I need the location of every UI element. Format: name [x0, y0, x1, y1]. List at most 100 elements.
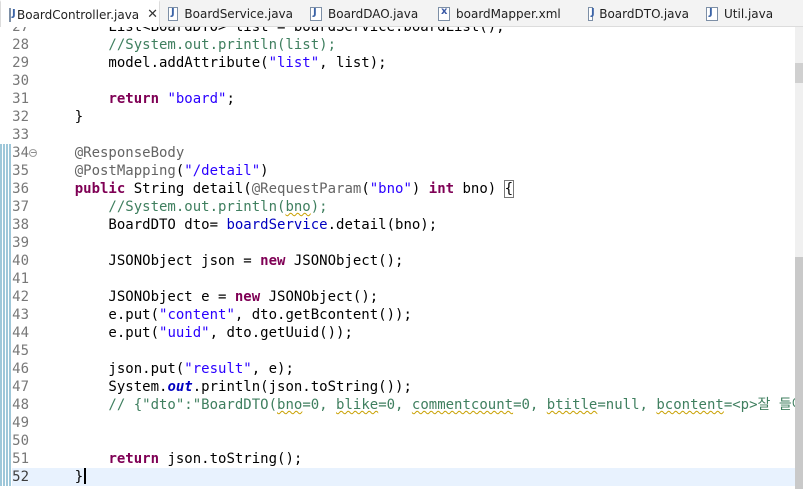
- code-token: bcontent: [656, 397, 724, 413]
- code-line[interactable]: 38 BoardDTO dto= boardService.detail(bno…: [0, 216, 803, 234]
- code-token: );: [310, 199, 328, 215]
- code-line[interactable]: 41: [0, 270, 803, 288]
- code-token: json.toString();: [159, 451, 303, 467]
- code-token: "result": [184, 361, 252, 377]
- code-token: commentcount: [411, 397, 514, 413]
- fold-toggle-icon[interactable]: −: [29, 149, 37, 157]
- code-token: boardService: [226, 217, 328, 233]
- code-token: =0,: [302, 397, 337, 413]
- code-token: .detail(bno);: [327, 217, 438, 233]
- code-token: //System.out.println(: [41, 199, 286, 215]
- code-token: "board": [167, 91, 227, 107]
- code-line[interactable]: 35 @PostMapping("/detail"): [0, 162, 803, 180]
- code-text: BoardDTO dto= boardService.detail(bno);: [41, 216, 437, 234]
- tab-boarddto-java[interactable]: BoardDTO.java: [580, 0, 698, 27]
- code-text: return json.toString();: [41, 450, 302, 468]
- code-token: @ResponseBody: [41, 145, 185, 161]
- code-token: (: [361, 181, 370, 197]
- code-line[interactable]: 33: [0, 126, 803, 144]
- code-token: "/detail": [184, 163, 261, 179]
- code-token: ): [260, 163, 269, 179]
- line-number: 52: [12, 469, 29, 485]
- tab-label: Util.java: [724, 6, 774, 21]
- tab-boardservice-java[interactable]: BoardService.java: [160, 0, 302, 27]
- code-token: , list);: [319, 55, 387, 71]
- tab-util-java[interactable]: Util.java: [698, 0, 784, 27]
- code-token: model.addAttribute(: [41, 55, 269, 71]
- code-text: System.out.println(json.toString());: [41, 378, 412, 396]
- code-token: int: [428, 181, 455, 197]
- code-token: , e);: [251, 361, 294, 377]
- code-token: //System.out.println(list);: [41, 37, 337, 53]
- code-line[interactable]: 50: [0, 432, 803, 450]
- code-line[interactable]: 51 return json.toString();: [0, 450, 803, 468]
- code-line[interactable]: 40 JSONObject json = new JSONObject();: [0, 252, 803, 270]
- tab-label: BoardService.java: [184, 6, 293, 21]
- code-token: @PostMapping: [41, 163, 176, 179]
- java-file-icon: [588, 6, 595, 21]
- code-line[interactable]: 34− @ResponseBody: [0, 144, 803, 162]
- line-number: 30: [12, 73, 29, 89]
- line-number: 45: [12, 343, 29, 359]
- line-number: 50: [12, 433, 29, 449]
- line-number: 46: [12, 361, 29, 377]
- code-token: .println(json.toString());: [192, 379, 412, 395]
- code-line[interactable]: 48 // {"dto":"BoardDTO(bno=0, blike=0, c…: [0, 396, 803, 414]
- code-token: e.put(: [41, 325, 160, 341]
- code-line[interactable]: 39: [0, 234, 803, 252]
- code-text: }: [41, 108, 83, 126]
- code-line[interactable]: 52 }: [0, 468, 803, 486]
- code-token: bno): [454, 181, 505, 197]
- code-editor[interactable]: 27 List<BoardDTO> list = boardService.bo…: [0, 27, 803, 489]
- code-token: "bno": [369, 181, 412, 197]
- code-text: List<BoardDTO> list = boardService.board…: [41, 27, 504, 36]
- java-file-icon: [168, 6, 179, 21]
- code-line[interactable]: 32 }: [0, 108, 803, 126]
- code-line[interactable]: 49: [0, 414, 803, 432]
- code-line[interactable]: 27 List<BoardDTO> list = boardService.bo…: [0, 27, 803, 36]
- code-token: =0,: [378, 397, 412, 413]
- code-token: String detail(: [125, 181, 252, 197]
- line-number: 31: [12, 91, 29, 107]
- code-line[interactable]: 30: [0, 72, 803, 90]
- code-line[interactable]: 46 json.put("result", e);: [0, 360, 803, 378]
- code-line[interactable]: 31 return "board";: [0, 90, 803, 108]
- code-token: =0,: [513, 397, 547, 413]
- code-text: @PostMapping("/detail"): [41, 162, 269, 180]
- code-line[interactable]: 47 System.out.println(json.toString());: [0, 378, 803, 396]
- tab-boardcontroller-java[interactable]: BoardController.java ✕: [0, 0, 160, 27]
- code-line[interactable]: 42 JSONObject e = new JSONObject();: [0, 288, 803, 306]
- code-text: e.put("uuid", dto.getUuid());: [41, 324, 353, 342]
- code-token: System.: [41, 379, 168, 395]
- code-token: =null,: [597, 397, 657, 413]
- code-line[interactable]: 45: [0, 342, 803, 360]
- code-token: // {"dto":"BoardDTO(: [41, 397, 278, 413]
- java-file-icon: [9, 7, 16, 22]
- line-number: 38: [12, 217, 29, 233]
- code-line[interactable]: 28 //System.out.println(list);: [0, 36, 803, 54]
- xml-file-icon: [438, 6, 450, 21]
- line-number: 41: [12, 271, 29, 287]
- tab-boardmapper-xml[interactable]: boardMapper.xml: [430, 0, 580, 27]
- close-icon[interactable]: ✕: [147, 7, 158, 22]
- line-number: 49: [12, 415, 29, 431]
- code-line[interactable]: 29 model.addAttribute("list", list);: [0, 54, 803, 72]
- code-line[interactable]: 36 public String detail(@RequestParam("b…: [0, 180, 803, 198]
- code-line[interactable]: 37 //System.out.println(bno);: [0, 198, 803, 216]
- scrollbar-marker: [795, 63, 803, 83]
- line-number: 39: [12, 235, 29, 251]
- code-token: , dto.getUuid());: [209, 325, 353, 341]
- scrollbar-thumb[interactable]: [795, 257, 803, 489]
- code-line[interactable]: 43 e.put("content", dto.getBcontent());: [0, 306, 803, 324]
- line-number: 34: [12, 145, 29, 161]
- vertical-scrollbar[interactable]: [795, 27, 803, 489]
- code-token: "uuid": [159, 325, 210, 341]
- tab-label: boardMapper.xml: [456, 6, 561, 21]
- tab-boarddao-java[interactable]: BoardDAO.java: [302, 0, 430, 27]
- line-number: 43: [12, 307, 29, 323]
- code-text: JSONObject e = new JSONObject();: [41, 288, 378, 306]
- code-line[interactable]: 44 e.put("uuid", dto.getUuid());: [0, 324, 803, 342]
- line-number: 35: [12, 163, 29, 179]
